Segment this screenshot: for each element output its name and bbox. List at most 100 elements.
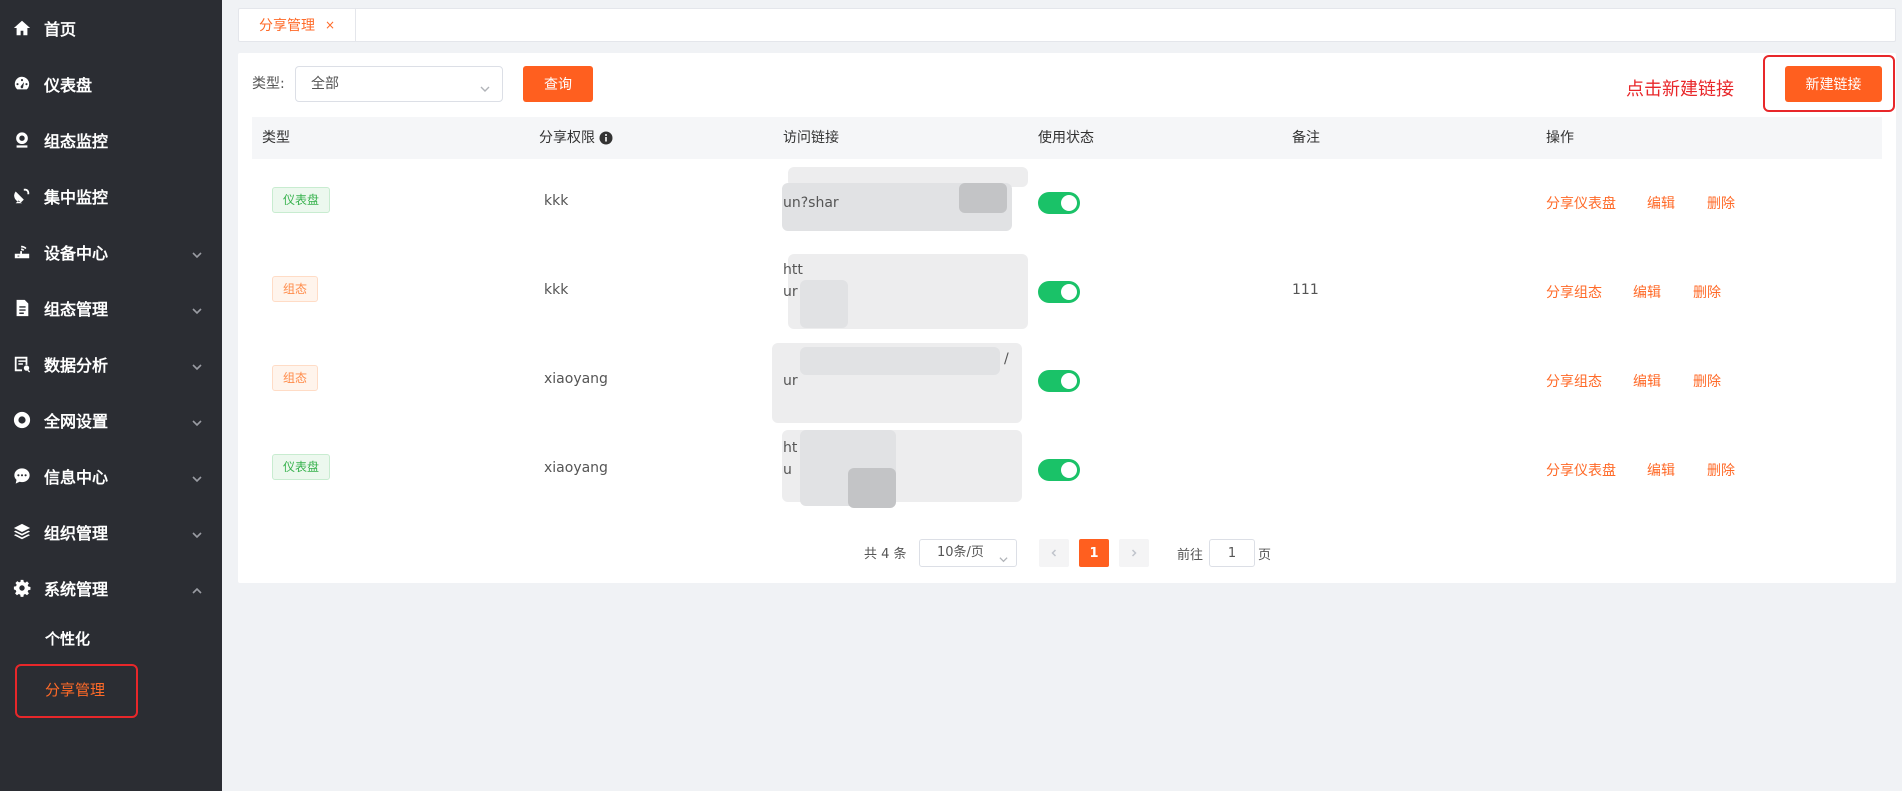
type-tag: 组态 bbox=[272, 365, 319, 391]
share-action-link[interactable]: 分享组态 bbox=[1546, 282, 1602, 302]
delete-action-link[interactable]: 删除 bbox=[1707, 460, 1735, 480]
link-cell-line: un?shar bbox=[783, 195, 839, 211]
chevron-down-icon bbox=[999, 549, 1008, 563]
sidebar-item-label: 组织管理 bbox=[44, 524, 109, 543]
annotation-highlight-box bbox=[15, 664, 138, 718]
sidebar-item-label: 数据分析 bbox=[44, 356, 109, 375]
sidebar-item-data-analysis[interactable]: 数据分析 bbox=[0, 336, 222, 392]
link-cell-line: ur bbox=[783, 284, 798, 300]
column-header-link: 访问链接 bbox=[783, 130, 839, 146]
sidebar-item-label: 设备中心 bbox=[44, 244, 109, 263]
column-header-label: 分享权限 bbox=[539, 130, 595, 146]
sidebar-item-label: 全网设置 bbox=[44, 412, 109, 431]
chevron-down-icon bbox=[192, 469, 202, 483]
sidebar-item-network-settings[interactable]: 全网设置 bbox=[0, 392, 222, 448]
delete-action-link[interactable]: 删除 bbox=[1707, 193, 1735, 213]
chevron-down-icon bbox=[192, 413, 202, 427]
chevron-right-icon bbox=[1131, 549, 1137, 557]
link-cell-line: ur bbox=[783, 373, 798, 389]
info-icon[interactable] bbox=[599, 131, 613, 145]
page-number-button[interactable]: 1 bbox=[1079, 539, 1109, 567]
sidebar-item-scada-manage[interactable]: 组态管理 bbox=[0, 280, 222, 336]
sidebar-subitem-personalize[interactable]: 个性化 bbox=[0, 613, 222, 663]
sidebar-item-message-center[interactable]: 信息中心 bbox=[0, 448, 222, 504]
annotation-highlight-box bbox=[1763, 55, 1895, 112]
column-header-permission: 分享权限 bbox=[539, 117, 613, 159]
report-icon bbox=[12, 354, 32, 374]
chevron-up-icon bbox=[192, 581, 202, 594]
chevron-down-icon bbox=[192, 357, 202, 371]
status-toggle[interactable] bbox=[1038, 370, 1080, 392]
table-header: 类型 分享权限 访问链接 使用状态 备注 操作 bbox=[252, 117, 1882, 159]
share-action-link[interactable]: 分享仪表盘 bbox=[1546, 460, 1616, 480]
content-card: 类型: 全部 查询 点击新建链接 新建链接 类型 分享权限 访问链接 使用状态 … bbox=[238, 53, 1896, 583]
type-filter-label: 类型: bbox=[252, 76, 285, 92]
type-tag: 组态 bbox=[272, 276, 319, 302]
prev-page-button[interactable] bbox=[1039, 539, 1069, 567]
sidebar-item-label: 首页 bbox=[44, 20, 77, 39]
type-tag: 仪表盘 bbox=[272, 454, 331, 480]
close-icon[interactable]: × bbox=[325, 18, 335, 32]
column-header-actions: 操作 bbox=[1546, 130, 1574, 146]
sidebar-item-system-manage[interactable]: 系统管理 bbox=[0, 560, 222, 616]
goto-prefix-label: 前往 bbox=[1177, 548, 1204, 563]
chevron-down-icon bbox=[192, 525, 202, 539]
next-page-button[interactable] bbox=[1119, 539, 1149, 567]
permission-cell: kkk bbox=[544, 282, 569, 298]
page-size-value: 10条/页 bbox=[937, 545, 984, 560]
page-size-select[interactable]: 10条/页 bbox=[919, 539, 1017, 567]
dashboard-icon bbox=[12, 74, 32, 94]
annotation-hint-text: 点击新建链接 bbox=[1626, 79, 1734, 100]
edit-action-link[interactable]: 编辑 bbox=[1647, 460, 1675, 480]
pagination-total: 共 4 条 bbox=[864, 547, 907, 562]
share-action-link[interactable]: 分享组态 bbox=[1546, 371, 1602, 391]
edit-action-link[interactable]: 编辑 bbox=[1633, 282, 1661, 302]
edit-action-link[interactable]: 编辑 bbox=[1647, 193, 1675, 213]
sidebar-item-home[interactable]: 首页 bbox=[0, 0, 222, 56]
home-icon bbox=[12, 18, 32, 38]
sidebar-item-device-center[interactable]: 设备中心 bbox=[0, 224, 222, 280]
layers-icon bbox=[12, 522, 32, 542]
sidebar-item-label: 组态监控 bbox=[44, 132, 109, 151]
type-tag: 仪表盘 bbox=[272, 187, 331, 213]
goto-page-input[interactable] bbox=[1209, 539, 1255, 567]
sidebar-item-label: 组态管理 bbox=[44, 300, 109, 319]
sidebar-item-label: 信息中心 bbox=[44, 468, 109, 487]
table-row: 组态 xiaoyang / ur 分享组态 编辑 删除 bbox=[252, 337, 1882, 426]
delete-action-link[interactable]: 删除 bbox=[1693, 371, 1721, 391]
chevron-down-icon bbox=[192, 245, 202, 259]
type-select[interactable]: 全部 bbox=[295, 66, 503, 102]
sidebar-item-scada-monitor[interactable]: 组态监控 bbox=[0, 112, 222, 168]
document-icon bbox=[12, 298, 32, 318]
sidebar-item-label: 仪表盘 bbox=[44, 76, 93, 95]
chevron-down-icon bbox=[480, 79, 490, 92]
share-action-link[interactable]: 分享仪表盘 bbox=[1546, 193, 1616, 213]
status-toggle[interactable] bbox=[1038, 192, 1080, 214]
chat-bubble-icon bbox=[12, 466, 32, 486]
permission-cell: xiaoyang bbox=[544, 371, 608, 387]
chevron-left-icon bbox=[1051, 549, 1057, 557]
column-header-remark: 备注 bbox=[1292, 130, 1320, 146]
sidebar-item-central-monitor[interactable]: 集中监控 bbox=[0, 168, 222, 224]
status-toggle[interactable] bbox=[1038, 459, 1080, 481]
permission-cell: xiaoyang bbox=[544, 460, 608, 476]
link-cell-line: ht bbox=[783, 440, 798, 456]
router-icon bbox=[12, 242, 32, 262]
tab-share-manage[interactable]: 分享管理 × bbox=[239, 9, 356, 41]
sidebar-subitem-label: 个性化 bbox=[45, 629, 91, 648]
column-header-type: 类型 bbox=[262, 130, 290, 146]
status-toggle[interactable] bbox=[1038, 281, 1080, 303]
column-header-status: 使用状态 bbox=[1038, 130, 1094, 146]
sidebar-item-label: 系统管理 bbox=[44, 580, 109, 599]
permission-cell: kkk bbox=[544, 193, 569, 209]
query-button[interactable]: 查询 bbox=[523, 66, 593, 102]
redaction-blur bbox=[800, 347, 1000, 375]
tab-label: 分享管理 bbox=[259, 18, 315, 34]
goto-suffix-label: 页 bbox=[1258, 548, 1272, 563]
delete-action-link[interactable]: 删除 bbox=[1693, 282, 1721, 302]
sidebar-item-dashboard[interactable]: 仪表盘 bbox=[0, 56, 222, 112]
sidebar-item-org-manage[interactable]: 组织管理 bbox=[0, 504, 222, 560]
remark-cell: 111 bbox=[1292, 282, 1319, 298]
edit-action-link[interactable]: 编辑 bbox=[1633, 371, 1661, 391]
link-cell-line: htt bbox=[783, 262, 803, 278]
